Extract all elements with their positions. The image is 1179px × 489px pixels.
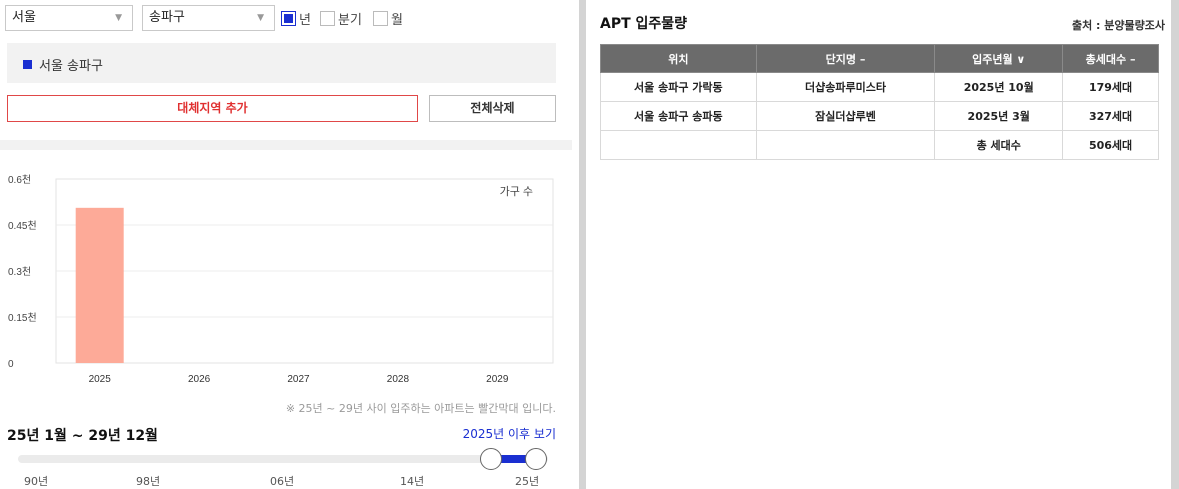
cell-total-units: 179세대 [1062, 72, 1159, 102]
y-tick-label: 0.15천 [8, 312, 37, 324]
region-chip[interactable]: 서울 송파구 [23, 55, 103, 74]
period-month-checkbox[interactable]: 월 [373, 8, 403, 28]
cell-total-units: 327세대 [1062, 101, 1159, 131]
selected-region-box: 서울 송파구 [7, 43, 556, 83]
x-tick-label: 2025 [89, 374, 112, 385]
chevron-down-icon: ▼ [115, 13, 122, 23]
total-value: 506세대 [1062, 130, 1159, 160]
checkbox-icon [373, 10, 388, 26]
data-source: 출처 : 분양물량조사 [1071, 19, 1165, 32]
y-tick-label: 0.45천 [8, 220, 37, 232]
total-label: 총 세대수 [934, 130, 1064, 160]
district-select[interactable]: 송파구 ▼ [142, 5, 275, 31]
slider-tick-label: 14년 [400, 475, 425, 488]
period-quarter-label: 분기 [338, 12, 362, 28]
y-tick-label: 0.6천 [8, 174, 31, 186]
cell-move-in-date: 2025년 3월 [934, 101, 1064, 131]
chart-footnote: ※ 25년 ~ 29년 사이 입주하는 아파트는 빨간막대 입니다. [285, 402, 556, 415]
legend-label: 가구 수 [500, 185, 533, 198]
slider-tick-label: 25년 [515, 475, 540, 488]
delete-all-button[interactable]: 전체삭제 [429, 95, 556, 122]
year-range-slider-track[interactable] [18, 455, 548, 463]
apt-table: 위치 단지명 – 입주년월 ∨ 총세대수 – 서울 송파구 가락동 더샵송파루미… [600, 44, 1159, 160]
period-month-label: 월 [391, 12, 403, 28]
x-tick-label: 2029 [486, 374, 509, 385]
cell-location: 서울 송파구 송파동 [600, 101, 757, 131]
table-total-row: 총 세대수 506세대 [600, 130, 1159, 160]
city-select-value: 서울 [12, 10, 36, 25]
cell-empty [600, 130, 757, 160]
right-panel: APT 입주물량 출처 : 분양물량조사 위치 단지명 – 입주년월 ∨ 총세대… [586, 0, 1171, 489]
scrollbar-edge [1171, 0, 1179, 489]
period-year-label: 년 [299, 12, 311, 28]
slider-start-handle[interactable] [480, 448, 502, 470]
chevron-down-icon: ▼ [257, 13, 264, 23]
apt-title: APT 입주물량 [600, 16, 688, 32]
cell-location: 서울 송파구 가락동 [600, 72, 757, 102]
left-panel: 서울 ▼ 송파구 ▼ 년 분기 월 서울 송파구 대체지역 추가 전체삭제 00… [0, 0, 572, 489]
move-in-bar-chart: 0 0.15천 0.3천 0.45천 0.6천 2025 2026 2027 2028 2029 가… [8, 174, 554, 385]
range-label: 25년 1월 ~ 29년 12월 [7, 428, 158, 444]
region-chip-label: 서울 송파구 [39, 59, 103, 74]
section-separator [0, 140, 572, 150]
slider-tick-label: 98년 [136, 475, 161, 488]
checkbox-icon [320, 10, 335, 26]
period-year-checkbox[interactable]: 년 [281, 8, 311, 28]
header-location[interactable]: 위치 [600, 44, 757, 73]
cell-complex-name: 잠실더샵루벤 [755, 101, 936, 131]
y-tick-label: 0.3천 [8, 266, 31, 278]
district-select-value: 송파구 [149, 10, 185, 25]
y-tick-label: 0 [8, 359, 14, 370]
panel-divider [579, 0, 586, 489]
x-tick-label: 2027 [287, 374, 310, 385]
view-after-2025-link[interactable]: 2025년 이후 보기 [430, 425, 556, 442]
cell-empty [755, 130, 936, 160]
header-total-units[interactable]: 총세대수 – [1062, 44, 1159, 73]
x-tick-label: 2026 [188, 374, 211, 385]
header-move-in-date[interactable]: 입주년월 ∨ [934, 44, 1064, 73]
checkbox-checked-icon [281, 10, 296, 26]
table-header-row: 위치 단지명 – 입주년월 ∨ 총세대수 – [600, 44, 1159, 73]
slider-tick-label: 06년 [270, 475, 295, 488]
period-quarter-checkbox[interactable]: 분기 [320, 8, 362, 28]
bar [75, 207, 124, 363]
legend-square-icon [23, 60, 32, 69]
add-region-button[interactable]: 대체지역 추가 [7, 95, 418, 122]
slider-tick-label: 90년 [24, 475, 49, 488]
x-tick-label: 2028 [387, 374, 410, 385]
slider-end-handle[interactable] [525, 448, 547, 470]
table-row: 서울 송파구 송파동 잠실더샵루벤 2025년 3월 327세대 [600, 101, 1159, 131]
header-complex-name[interactable]: 단지명 – [755, 44, 936, 73]
table-row: 서울 송파구 가락동 더샵송파루미스타 2025년 10월 179세대 [600, 72, 1159, 102]
cell-move-in-date: 2025년 10월 [934, 72, 1064, 102]
city-select[interactable]: 서울 ▼ [5, 5, 133, 31]
cell-complex-name: 더샵송파루미스타 [755, 72, 936, 102]
